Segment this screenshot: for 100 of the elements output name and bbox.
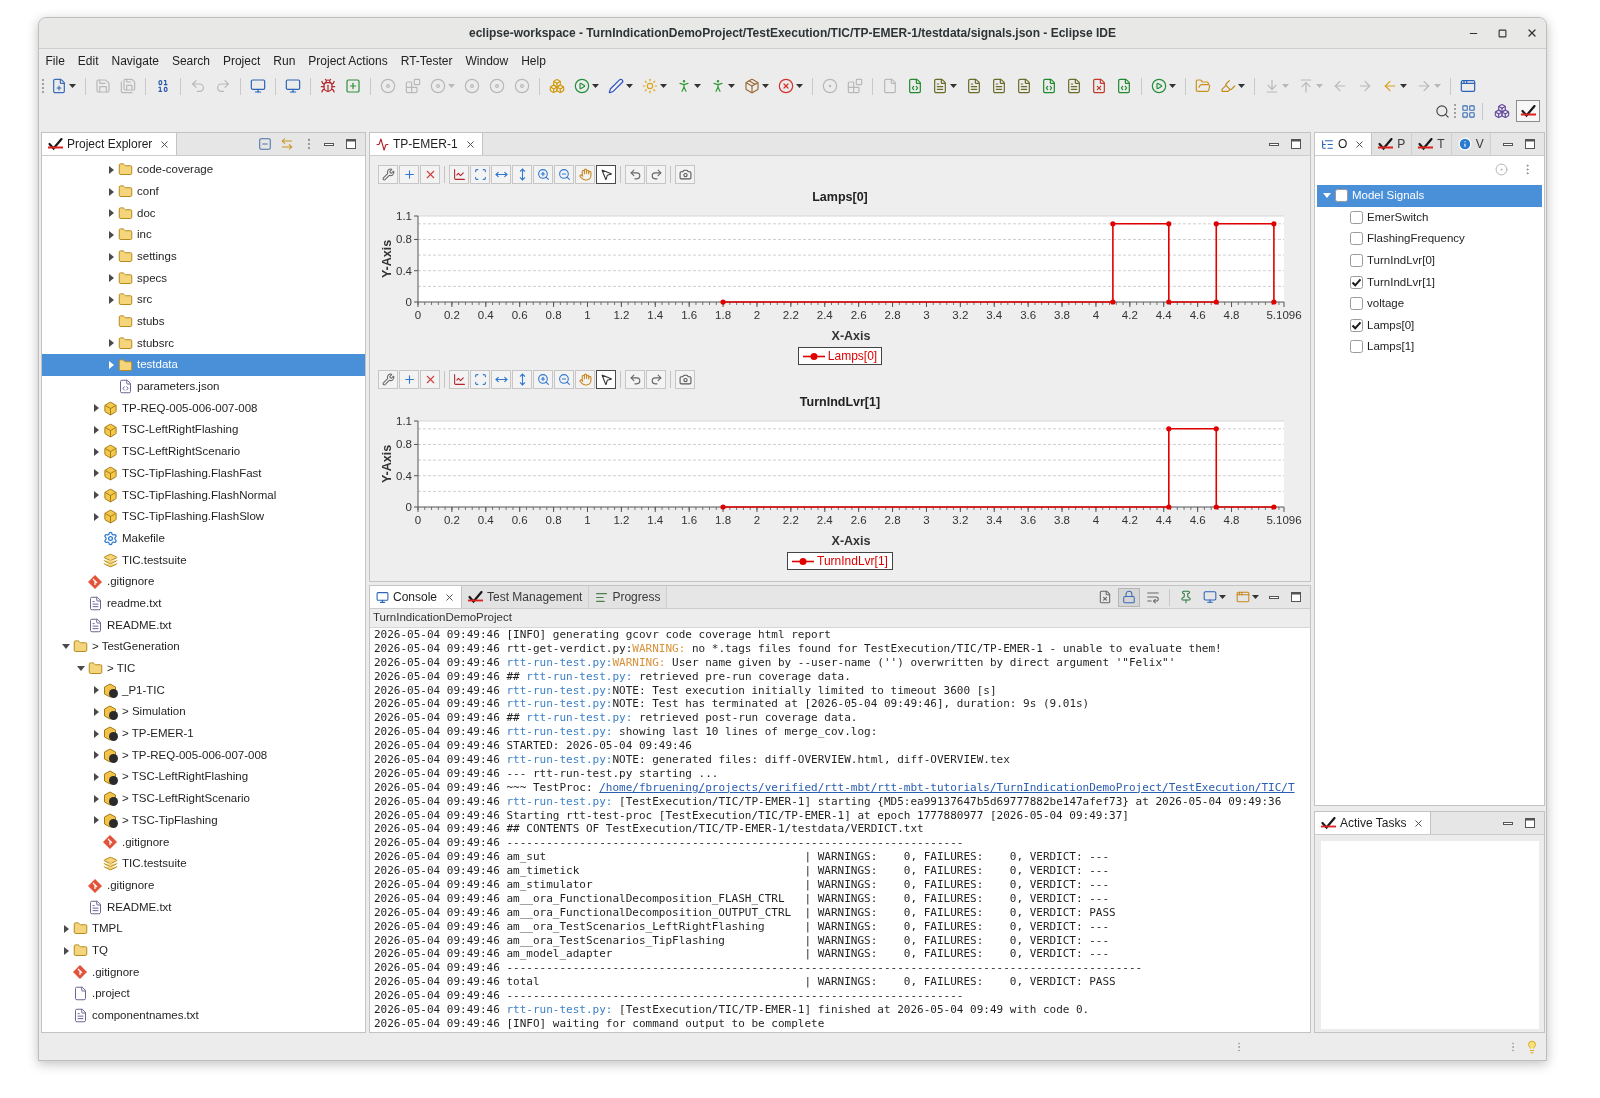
menu-item[interactable]: Run bbox=[266, 49, 302, 73]
line-chart-button[interactable] bbox=[449, 165, 469, 184]
tree-item[interactable]: TSC-TipFlashing.FlashFast bbox=[42, 462, 365, 485]
horizontal-arrows-button[interactable] bbox=[491, 370, 511, 389]
zoom-in-button[interactable] bbox=[533, 370, 553, 389]
vertical-arrows-button[interactable] bbox=[512, 370, 532, 389]
menu-item[interactable]: Project Actions bbox=[301, 49, 395, 73]
right-triangle-icon[interactable] bbox=[108, 274, 114, 283]
tab[interactable]: V bbox=[1451, 133, 1491, 155]
tree-item[interactable]: stubs bbox=[42, 310, 365, 333]
menu-item[interactable]: RT-Tester bbox=[394, 49, 459, 73]
tree-item[interactable]: .project bbox=[42, 983, 365, 1005]
wrench-button[interactable] bbox=[378, 165, 398, 184]
redo-button[interactable] bbox=[646, 165, 666, 184]
checkbox[interactable] bbox=[1350, 297, 1363, 311]
tree-item[interactable]: parameters.json bbox=[42, 375, 365, 398]
undo-button[interactable] bbox=[625, 165, 645, 184]
tree-item[interactable]: TSC-TipFlashing.FlashSlow bbox=[42, 506, 365, 528]
tree-item[interactable]: README.txt bbox=[42, 614, 365, 637]
tab[interactable]: Active Tasks bbox=[1315, 812, 1432, 834]
tree-item[interactable]: readme.txt bbox=[42, 592, 365, 615]
tab[interactable]: TP-EMER-1 bbox=[370, 133, 483, 155]
tree-item[interactable]: voltage bbox=[1317, 292, 1542, 315]
down-triangle-icon[interactable] bbox=[77, 666, 85, 672]
pointer-button[interactable] bbox=[596, 165, 616, 184]
close-icon[interactable] bbox=[444, 591, 456, 603]
right-triangle-icon[interactable] bbox=[108, 230, 114, 239]
checkbox[interactable] bbox=[1350, 254, 1363, 268]
tree-item[interactable]: TSC-LeftRightScenario bbox=[42, 440, 365, 463]
tree-item[interactable]: Lamps[0] bbox=[1317, 314, 1542, 337]
checkbox[interactable] bbox=[1350, 210, 1363, 224]
menu-item[interactable]: Help bbox=[514, 49, 553, 73]
tree-item[interactable]: TQ bbox=[42, 939, 365, 962]
right-triangle-icon[interactable] bbox=[108, 295, 114, 304]
tree-item[interactable]: TIC.testsuite bbox=[42, 549, 365, 572]
collapse-all-button[interactable] bbox=[256, 135, 274, 153]
tree-item[interactable]: stubsrc bbox=[42, 332, 365, 355]
close-icon[interactable] bbox=[1413, 817, 1425, 829]
right-triangle-icon[interactable] bbox=[93, 816, 99, 825]
zoom-in-button[interactable] bbox=[533, 165, 553, 184]
checkbox[interactable] bbox=[1350, 275, 1363, 289]
horizontal-arrows-button[interactable] bbox=[491, 165, 511, 184]
plus-button[interactable] bbox=[399, 165, 419, 184]
menu-item[interactable]: Edit bbox=[71, 49, 106, 73]
tree-item[interactable]: specs bbox=[42, 267, 365, 290]
checkbox[interactable] bbox=[1350, 318, 1363, 332]
tree-item[interactable]: code-coverage bbox=[42, 159, 365, 181]
right-triangle-icon[interactable] bbox=[93, 686, 99, 695]
right-triangle-icon[interactable] bbox=[93, 729, 99, 738]
tree-item[interactable]: EmerSwitch bbox=[1317, 206, 1542, 229]
tab[interactable]: Console bbox=[370, 586, 463, 608]
tree-item[interactable]: Lamps[1] bbox=[1317, 336, 1542, 358]
tree-item[interactable]: > TestGeneration bbox=[42, 636, 365, 658]
right-triangle-icon[interactable] bbox=[93, 426, 99, 435]
zoom-out-button[interactable] bbox=[554, 370, 574, 389]
tab[interactable]: Progress bbox=[589, 586, 668, 608]
tree-item[interactable]: .gitignore bbox=[42, 874, 365, 897]
tree-item[interactable]: > TSC-TipFlashing bbox=[42, 809, 365, 832]
tree-item[interactable]: conf bbox=[42, 180, 365, 203]
tree-item[interactable]: doc bbox=[42, 202, 365, 225]
tree-item[interactable]: > TP-REQ-005-006-007-008 bbox=[42, 744, 365, 767]
tree-item[interactable]: settings bbox=[42, 245, 365, 268]
lock-button[interactable] bbox=[1118, 587, 1140, 607]
tree-item[interactable]: .gitignore bbox=[42, 571, 365, 593]
right-triangle-icon[interactable] bbox=[63, 924, 69, 933]
tree-item[interactable]: _P1-TIC bbox=[42, 679, 365, 702]
maximize-button[interactable] bbox=[1289, 590, 1303, 604]
right-triangle-icon[interactable] bbox=[93, 447, 99, 456]
right-triangle-icon[interactable] bbox=[93, 773, 99, 782]
tree-item[interactable]: .gitignore bbox=[42, 961, 365, 984]
tree-item[interactable]: Makefile bbox=[42, 527, 365, 550]
tree-item[interactable]: > TSC-LeftRightFlashing bbox=[42, 766, 365, 788]
tree-item[interactable]: TMPL bbox=[42, 918, 365, 940]
checkbox[interactable] bbox=[1335, 189, 1348, 203]
pointer-button[interactable] bbox=[596, 370, 616, 389]
right-triangle-icon[interactable] bbox=[108, 252, 114, 261]
tree-item[interactable]: TurnIndLvr[1] bbox=[1317, 271, 1542, 293]
camera-button[interactable] bbox=[675, 370, 695, 389]
scan-button[interactable] bbox=[470, 370, 490, 389]
right-triangle-icon[interactable] bbox=[108, 339, 114, 348]
tab[interactable]: O bbox=[1315, 133, 1373, 155]
open-perspective-button[interactable] bbox=[1459, 102, 1477, 120]
right-triangle-icon[interactable] bbox=[108, 165, 114, 174]
search-button[interactable] bbox=[1433, 102, 1451, 120]
tree-item[interactable]: FlashingFrequency bbox=[1317, 228, 1542, 250]
maximize-button[interactable] bbox=[1523, 137, 1537, 151]
tree-item[interactable]: .gitignore bbox=[42, 831, 365, 853]
tree-item[interactable]: > TSC-LeftRightScenario bbox=[42, 787, 365, 810]
right-triangle-icon[interactable] bbox=[93, 512, 99, 521]
scan-button[interactable] bbox=[470, 165, 490, 184]
menu-item[interactable]: Window bbox=[459, 49, 515, 73]
right-triangle-icon[interactable] bbox=[108, 187, 114, 196]
menu-item[interactable]: Search bbox=[165, 49, 217, 73]
line-chart-button[interactable] bbox=[449, 370, 469, 389]
tree-item[interactable]: TSC-LeftRightFlashing bbox=[42, 419, 365, 441]
right-triangle-icon[interactable] bbox=[63, 946, 69, 955]
right-triangle-icon[interactable] bbox=[108, 209, 114, 218]
maximize-button[interactable] bbox=[344, 137, 358, 151]
perspective-button[interactable] bbox=[1516, 100, 1540, 122]
undo-button[interactable] bbox=[625, 370, 645, 389]
